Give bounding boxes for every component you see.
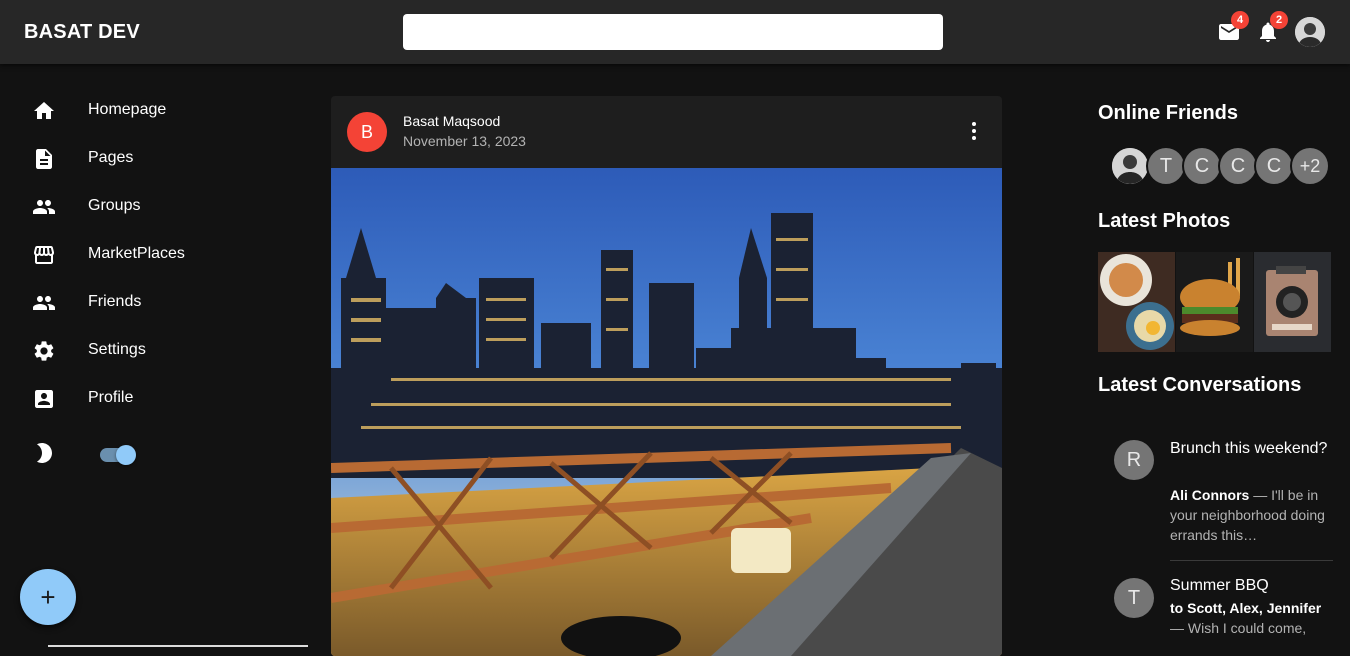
- conversation-item[interactable]: R Brunch this weekend? Ali Connors — I'l…: [1098, 436, 1333, 546]
- sidebar-item-label: Friends: [88, 293, 142, 310]
- post-author-name: Basat Maqsood: [403, 113, 501, 129]
- sidebar-item-homepage[interactable]: Homepage: [0, 91, 300, 131]
- conversation-avatar: R: [1114, 440, 1154, 480]
- person-photo-icon: [1112, 148, 1148, 184]
- online-friend-avatar[interactable]: C: [1182, 146, 1222, 186]
- online-friends-title: Online Friends: [1098, 102, 1239, 124]
- sidebar-item-label: MarketPlaces: [88, 245, 185, 262]
- conversation-item[interactable]: T Summer BBQ to Scott, Alex, Jennifer — W…: [1098, 574, 1333, 654]
- sidebar-item-label: Groups: [88, 197, 141, 214]
- article-icon: [36, 149, 52, 169]
- latest-photo-food[interactable]: [1098, 252, 1175, 352]
- online-friend-avatar[interactable]: C: [1218, 146, 1258, 186]
- user-avatar[interactable]: [1295, 17, 1325, 47]
- conversation-title: Summer BBQ: [1170, 577, 1269, 594]
- sidebar-item-label: Homepage: [88, 101, 167, 118]
- latest-photo-burger[interactable]: [1176, 252, 1253, 352]
- conversation-divider: [1170, 560, 1333, 561]
- brand-logo[interactable]: BASAT DEV: [24, 21, 140, 44]
- notifications-button[interactable]: 2: [1256, 11, 1288, 44]
- dark-mode-icon: [37, 443, 52, 463]
- sidebar: Homepage Pages Groups MarketPlaces Frien…: [0, 64, 300, 647]
- latest-photo-camera[interactable]: [1254, 252, 1331, 352]
- food-plate-photo: [1098, 252, 1175, 352]
- online-friend-avatar-photo[interactable]: [1110, 146, 1150, 186]
- switch-thumb: [116, 445, 136, 465]
- home-icon: [34, 102, 54, 119]
- camera-photo: [1254, 252, 1331, 352]
- search-input[interactable]: [403, 14, 943, 50]
- sidebar-item-label: Settings: [88, 341, 146, 358]
- post-more-button[interactable]: [959, 116, 989, 146]
- notifications-badge: 2: [1270, 11, 1288, 29]
- person-photo-icon: [1295, 17, 1325, 47]
- post-date: November 13, 2023: [403, 133, 526, 149]
- people-icon: [33, 296, 55, 310]
- online-friends-more[interactable]: +2: [1290, 146, 1330, 186]
- latest-photos-title: Latest Photos: [1098, 210, 1231, 232]
- conversation-preview: to Scott, Alex, Jennifer — Wish I could c…: [1170, 598, 1330, 638]
- mail-button[interactable]: 4: [1217, 11, 1249, 44]
- more-vert-icon: [972, 122, 976, 140]
- post-image: [331, 168, 1002, 656]
- sidebar-item-marketplaces[interactable]: MarketPlaces: [0, 235, 300, 275]
- sidebar-item-profile[interactable]: Profile: [0, 379, 300, 419]
- sidebar-item-label: Pages: [88, 149, 134, 166]
- sidebar-item-settings[interactable]: Settings: [0, 331, 300, 371]
- theme-toggle-row: [0, 435, 300, 475]
- sidebar-item-friends[interactable]: Friends: [0, 283, 300, 323]
- sidebar-item-pages[interactable]: Pages: [0, 139, 300, 179]
- online-friend-avatar[interactable]: T: [1146, 146, 1186, 186]
- right-panel: Online Friends T C C C +2 Latest Photos: [1098, 64, 1350, 647]
- groups-icon: [33, 200, 55, 214]
- sidebar-item-label: Profile: [88, 389, 134, 406]
- add-button[interactable]: +: [20, 569, 76, 625]
- latest-conversations-title: Latest Conversations: [1098, 374, 1302, 396]
- mail-badge: 4: [1231, 11, 1249, 29]
- conversation-sender: Ali Connors: [1170, 487, 1250, 503]
- gear-icon: [34, 341, 54, 361]
- conversation-preview: Ali Connors — I'll be in your neighborho…: [1170, 485, 1330, 545]
- conversation-avatar: T: [1114, 578, 1154, 618]
- conversation-title: Brunch this weekend?: [1170, 440, 1328, 457]
- sidebar-item-groups[interactable]: Groups: [0, 187, 300, 227]
- post-card: B Basat Maqsood November 13, 2023: [331, 96, 1002, 656]
- post-author-avatar[interactable]: B: [347, 112, 387, 152]
- online-friend-avatar[interactable]: C: [1254, 146, 1294, 186]
- conversation-snippet: — Wish I could come,: [1170, 620, 1307, 636]
- account-box-icon: [35, 390, 53, 408]
- conversation-sender: to Scott, Alex, Jennifer: [1170, 600, 1322, 616]
- burger-photo: [1176, 252, 1253, 352]
- app-bar: BASAT DEV 4 2: [0, 0, 1350, 64]
- storefront-icon: [34, 246, 54, 264]
- theme-toggle-switch[interactable]: [100, 444, 136, 466]
